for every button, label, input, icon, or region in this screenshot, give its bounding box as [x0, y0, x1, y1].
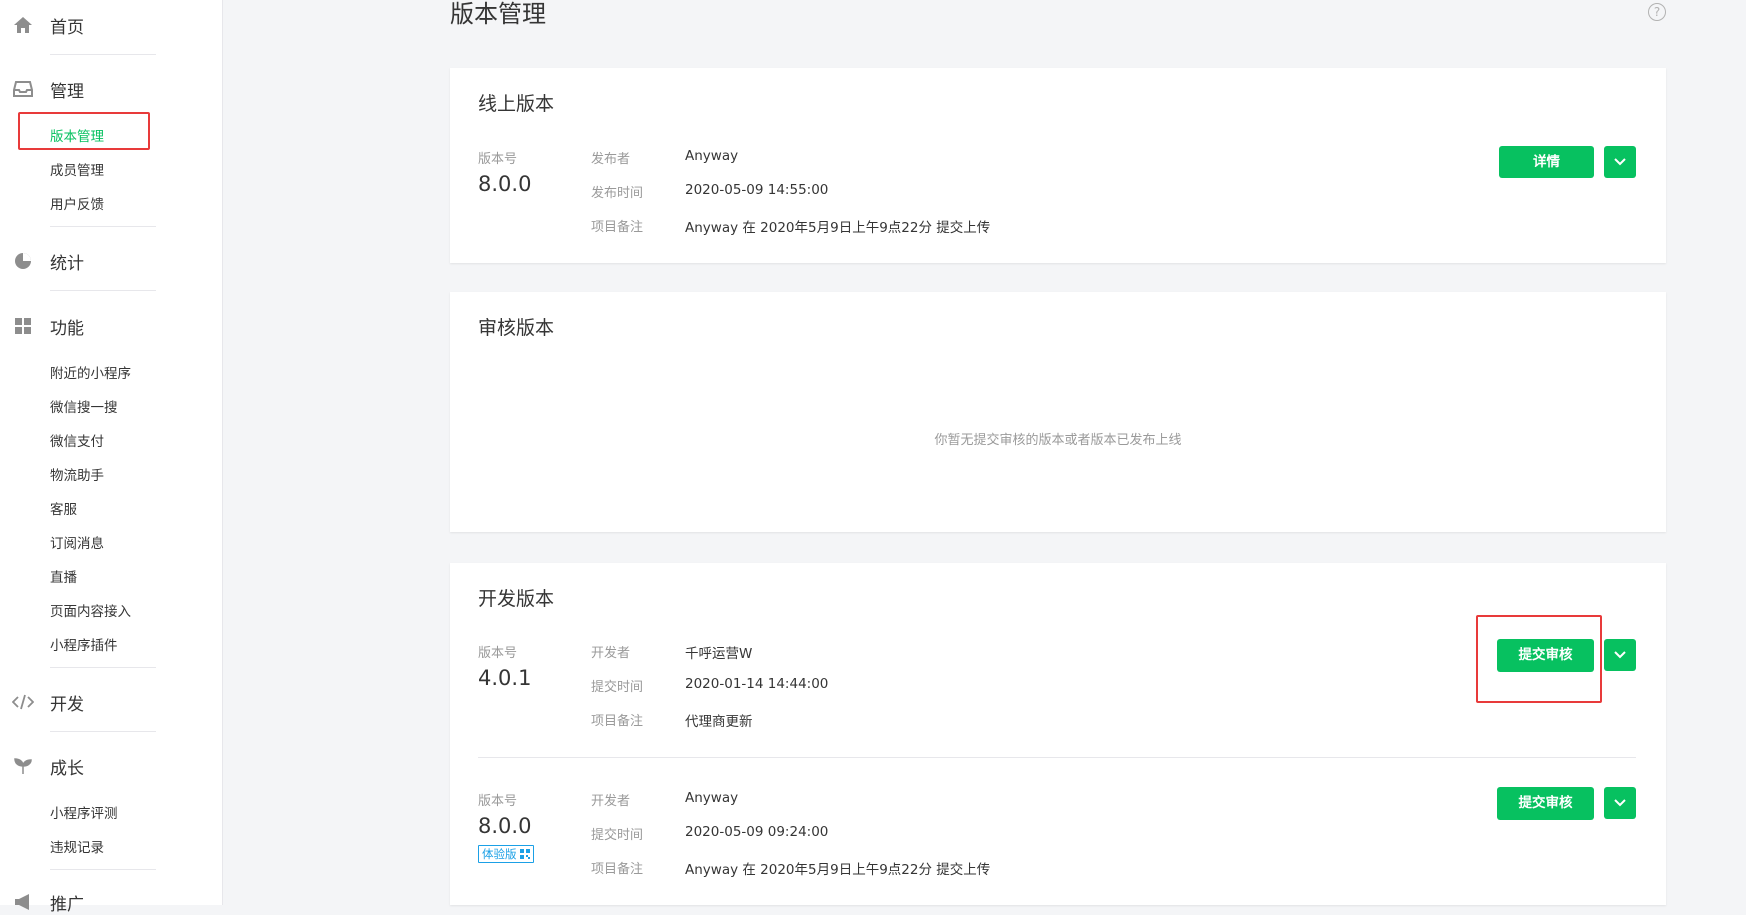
trial-version-badge[interactable]: 体验版 [478, 845, 534, 863]
developer-label: 开发者 [591, 794, 631, 809]
chevron-down-icon [1614, 651, 1626, 659]
nav-page-content[interactable]: 页面内容接入 [50, 600, 131, 620]
version-label: 版本号 [478, 646, 518, 661]
review-version-title: 审核版本 [478, 317, 555, 339]
nav-mini-program-review[interactable]: 小程序评测 [50, 802, 118, 822]
publish-time-label: 发布时间 [591, 186, 644, 201]
divider [50, 731, 156, 732]
review-version-card: 审核版本 你暂无提交审核的版本或者版本已发布上线 [450, 292, 1666, 532]
submit-time-label: 提交时间 [591, 680, 644, 695]
nav-customer-service[interactable]: 客服 [50, 498, 77, 518]
inbox-icon [12, 78, 34, 100]
develop-more-dropdown[interactable] [1604, 639, 1636, 671]
nav-home-label: 首页 [50, 17, 84, 38]
nav-manage[interactable]: 管理 [12, 77, 84, 102]
highlight-box-submit-review [1476, 615, 1602, 703]
qrcode-icon [519, 849, 530, 859]
submit-time-value: 2020-01-14 14:44:00 [685, 676, 829, 692]
note-label: 项目备注 [591, 862, 644, 877]
publish-time-value: 2020-05-09 14:55:00 [685, 182, 829, 198]
online-more-dropdown[interactable] [1604, 146, 1636, 178]
grid-icon [12, 315, 34, 337]
note-label: 项目备注 [591, 714, 644, 729]
divider [50, 290, 156, 291]
nav-logistics[interactable]: 物流助手 [50, 464, 104, 484]
nav-user-feedback[interactable]: 用户反馈 [50, 193, 104, 213]
nav-promo[interactable]: 推广 [12, 890, 84, 915]
nav-member-manage[interactable]: 成员管理 [50, 159, 104, 179]
online-version-card: 线上版本 版本号 8.0.0 发布者 Anyway 发布时间 2020-05-0… [450, 68, 1666, 263]
developer-label: 开发者 [591, 646, 631, 661]
nav-home[interactable]: 首页 [12, 13, 84, 38]
nav-features-label: 功能 [50, 318, 84, 339]
trial-version-label: 体验版 [482, 847, 517, 861]
sprout-icon [12, 755, 34, 777]
nav-dev-label: 开发 [50, 694, 84, 715]
nav-dev[interactable]: 开发 [12, 690, 84, 715]
note-value: Anyway 在 2020年5月9日上午9点22分 提交上传 [685, 220, 991, 236]
pie-chart-icon [12, 250, 34, 272]
develop-version-card: 开发版本 版本号 4.0.1 开发者 千呼运营W 提交时间 2020-01-14… [450, 563, 1666, 905]
nav-violation-records[interactable]: 违规记录 [50, 836, 104, 856]
divider [50, 226, 156, 227]
nav-stats[interactable]: 统计 [12, 249, 84, 274]
nav-live[interactable]: 直播 [50, 566, 77, 586]
develop-version-title: 开发版本 [478, 588, 555, 610]
note-label: 项目备注 [591, 220, 644, 235]
version-number: 8.0.0 [478, 172, 532, 196]
divider [478, 757, 1636, 758]
details-button[interactable]: 详情 [1499, 146, 1594, 178]
version-number: 8.0.0 [478, 814, 532, 838]
home-icon [12, 14, 34, 36]
review-empty-text: 你暂无提交审核的版本或者版本已发布上线 [934, 433, 1182, 448]
publisher-value: Anyway [685, 148, 739, 164]
version-label: 版本号 [478, 794, 518, 809]
note-value: 代理商更新 [685, 714, 753, 730]
develop-more-dropdown[interactable] [1604, 787, 1636, 819]
developer-value: 千呼运营W [685, 646, 753, 662]
developer-value: Anyway [685, 790, 739, 806]
code-icon [12, 691, 34, 713]
sidebar: 首页 管理 版本管理 成员管理 用户反馈 统计 功能 附近的小程序 微信搜一搜 … [0, 0, 223, 915]
nav-wechat-pay[interactable]: 微信支付 [50, 430, 104, 450]
submit-time-label: 提交时间 [591, 828, 644, 843]
help-icon[interactable]: ? [1648, 3, 1666, 21]
nav-wechat-search[interactable]: 微信搜一搜 [50, 396, 118, 416]
publisher-label: 发布者 [591, 152, 631, 167]
nav-growth-label: 成长 [50, 758, 84, 779]
divider [50, 869, 156, 870]
chevron-down-icon [1614, 158, 1626, 166]
highlight-box-version-manage [18, 112, 150, 150]
chevron-down-icon [1614, 799, 1626, 807]
divider [50, 54, 156, 55]
nav-nearby-mini-programs[interactable]: 附近的小程序 [50, 362, 131, 382]
nav-manage-label: 管理 [50, 81, 84, 102]
nav-growth[interactable]: 成长 [12, 754, 84, 779]
nav-subscribe-message[interactable]: 订阅消息 [50, 532, 104, 552]
megaphone-icon [12, 891, 34, 913]
nav-plugins[interactable]: 小程序插件 [50, 634, 118, 654]
submit-review-button[interactable]: 提交审核 [1497, 787, 1594, 820]
nav-features[interactable]: 功能 [12, 314, 84, 339]
version-number: 4.0.1 [478, 666, 532, 690]
online-version-title: 线上版本 [478, 93, 555, 115]
nav-stats-label: 统计 [50, 253, 84, 274]
page-title: 版本管理 [450, 0, 546, 28]
submit-time-value: 2020-05-09 09:24:00 [685, 824, 829, 840]
note-value: Anyway 在 2020年5月9日上午9点22分 提交上传 [685, 862, 991, 878]
divider [50, 667, 156, 668]
nav-promo-label: 推广 [50, 894, 84, 915]
version-label: 版本号 [478, 152, 518, 167]
